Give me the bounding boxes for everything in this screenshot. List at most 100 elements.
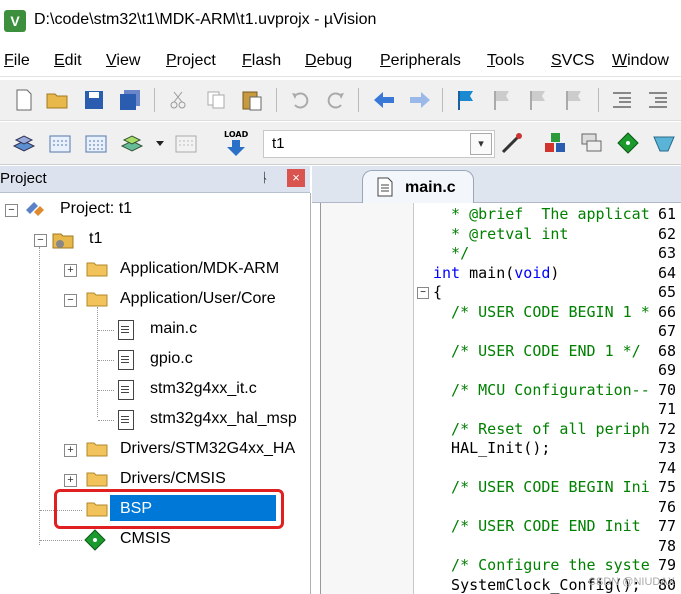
tree-line: [98, 330, 114, 331]
download-load-icon[interactable]: LOAD: [222, 128, 250, 158]
save-icon[interactable]: [82, 88, 106, 112]
menu-view[interactable]: View: [106, 52, 140, 70]
tab-main-c[interactable]: main.c: [362, 170, 474, 203]
unindent-icon[interactable]: [646, 88, 670, 112]
expand-icon[interactable]: +: [64, 264, 77, 277]
fold-toggle-icon[interactable]: −: [417, 287, 429, 299]
open-folder-icon: [86, 292, 108, 307]
translate-icon[interactable]: [12, 131, 36, 155]
chevron-down-icon[interactable]: ▾: [470, 133, 492, 155]
tree-target-t1[interactable]: − t1: [0, 227, 300, 253]
code-line: * @retval int: [433, 224, 569, 243]
menu-bar: File Edit View Project Flash Debug Perip…: [0, 46, 681, 77]
line-number: 74: [657, 458, 676, 477]
stop-build-icon[interactable]: [174, 131, 198, 155]
code-editor[interactable]: 61 * @brief The applicat 62 * @retval int…: [320, 203, 681, 594]
collapse-icon[interactable]: −: [34, 234, 47, 247]
menu-peripherals[interactable]: Peripherals: [380, 52, 461, 70]
pin-icon[interactable]: ᚿ: [261, 170, 269, 185]
indent-icon[interactable]: [610, 88, 634, 112]
bookmark-icon[interactable]: [454, 88, 478, 112]
close-icon[interactable]: ×: [287, 169, 305, 187]
menu-file[interactable]: File: [4, 52, 30, 70]
navigate-back-icon[interactable]: [372, 88, 396, 112]
project-icon: [26, 202, 44, 216]
cut-icon[interactable]: [166, 88, 190, 112]
toolbar-separator: [276, 88, 277, 112]
redo-icon[interactable]: [324, 88, 348, 112]
menu-window[interactable]: Window: [612, 52, 669, 70]
code-line: * @brief The applicat: [433, 205, 650, 223]
code-line: {: [433, 283, 443, 301]
tree-target-label: t1: [89, 230, 103, 247]
line-number: 78: [657, 536, 676, 555]
tree-root-label: Project: t1: [60, 200, 133, 217]
clear-bookmarks-icon[interactable]: [562, 88, 586, 112]
code-line: */: [433, 244, 470, 262]
tree-line: [40, 540, 82, 541]
menu-flash[interactable]: Flash: [242, 52, 281, 70]
tree-root-project[interactable]: − Project: t1: [0, 197, 300, 223]
expand-icon[interactable]: +: [64, 474, 77, 487]
dropdown-arrow-icon[interactable]: [148, 131, 172, 155]
code-line: /* USER CODE BEGIN 1 *: [433, 302, 650, 321]
tree-file-label: gpio.c: [150, 350, 193, 367]
collapse-icon[interactable]: −: [5, 204, 18, 217]
menu-edit[interactable]: Edit: [54, 52, 82, 70]
file-extensions-icon[interactable]: [580, 131, 604, 155]
open-folder-icon[interactable]: [46, 88, 70, 112]
target-options-icon[interactable]: [500, 131, 524, 155]
save-all-icon[interactable]: [118, 88, 142, 112]
editor-tab-bar: main.c: [312, 166, 681, 203]
copy-icon[interactable]: [204, 88, 228, 112]
svg-text:LOAD: LOAD: [224, 130, 249, 139]
tree-component-cmsis[interactable]: CMSIS: [0, 527, 310, 553]
tree-file-main-c[interactable]: main.c: [0, 317, 310, 343]
menu-tools[interactable]: Tools: [487, 52, 524, 70]
line-number: 67: [657, 322, 676, 340]
tree-file-stm32g4xx-hal-msp[interactable]: stm32g4xx_hal_msp: [0, 407, 310, 433]
tab-label: main.c: [405, 179, 456, 196]
tree-group-application-user-core[interactable]: − Application/User/Core: [0, 287, 310, 313]
select-software-packs-icon[interactable]: [652, 131, 676, 155]
rebuild-icon[interactable]: [84, 131, 108, 155]
line-number: 73: [657, 439, 676, 457]
target-select[interactable]: t1 ▾: [263, 130, 495, 158]
batch-build-icon[interactable]: [120, 131, 144, 155]
line-number: 65: [657, 283, 676, 301]
expand-icon[interactable]: +: [64, 444, 77, 457]
cmsis-diamond-icon: [84, 529, 106, 551]
prev-bookmark-icon[interactable]: [490, 88, 514, 112]
collapse-icon[interactable]: −: [64, 294, 77, 307]
build-icon[interactable]: [48, 131, 72, 155]
menu-svcs[interactable]: SVCS: [551, 52, 595, 70]
new-file-icon[interactable]: [12, 88, 36, 112]
menu-debug[interactable]: Debug: [305, 52, 352, 70]
toolbar-separator: [442, 88, 443, 112]
target-folder-icon: [52, 233, 74, 249]
navigate-forward-icon[interactable]: [408, 88, 432, 112]
menu-project[interactable]: Project: [166, 52, 216, 70]
tree-file-stm32g4xx-it-c[interactable]: stm32g4xx_it.c: [0, 377, 310, 403]
folder-icon: [86, 442, 108, 457]
tree-group-label: Application/User/Core: [120, 290, 276, 307]
tree-group-drivers-stm32g4xx[interactable]: + Drivers/STM32G4xx_HA: [0, 437, 310, 463]
code-line: int main(void): [433, 263, 560, 282]
undo-icon[interactable]: [288, 88, 312, 112]
code-line: /* USER CODE END Init: [433, 517, 641, 535]
uvision-app-icon: V: [4, 10, 26, 32]
tree-group-label: Drivers/STM32G4xx_HA: [120, 440, 296, 457]
c-file-icon: [118, 410, 134, 430]
window-title: D:\code\stm32\t1\MDK-ARM\t1.uvprojx - µV…: [34, 11, 377, 28]
folder-icon: [86, 472, 108, 487]
watermark: CSDN @NIUDAX: [588, 576, 675, 588]
manage-components-icon[interactable]: [544, 131, 568, 155]
paste-icon[interactable]: [240, 88, 264, 112]
file-toolbar: [0, 80, 681, 121]
pack-installer-icon[interactable]: [616, 131, 640, 155]
tree-file-gpio-c[interactable]: gpio.c: [0, 347, 310, 373]
line-number: 76: [657, 497, 676, 516]
code-line: /* USER CODE BEGIN Ini: [433, 478, 650, 496]
tree-group-application-mdk-arm[interactable]: + Application/MDK-ARM: [0, 257, 310, 283]
next-bookmark-icon[interactable]: [526, 88, 550, 112]
